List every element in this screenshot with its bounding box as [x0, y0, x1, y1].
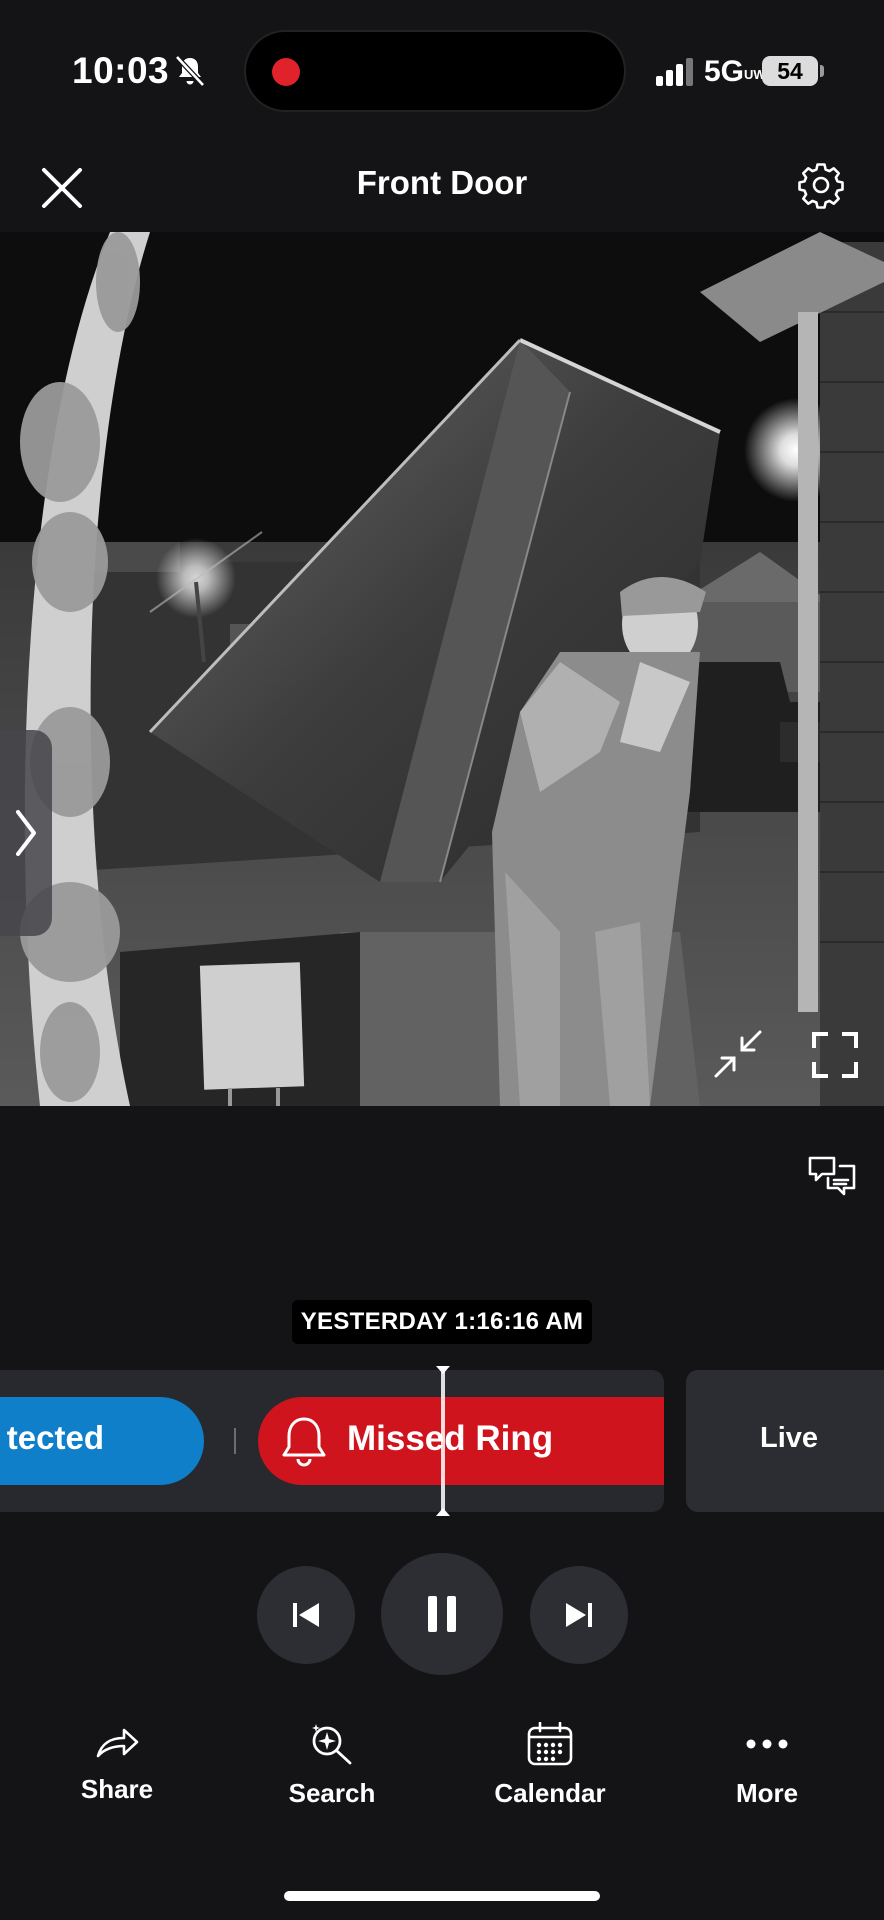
event-missed-ring[interactable]: Missed Ring — [258, 1397, 664, 1485]
battery-tip — [820, 65, 824, 77]
ai-search-icon — [312, 1724, 352, 1765]
event-divider — [234, 1428, 236, 1454]
network-type: 5GUW — [704, 55, 766, 88]
calendar-icon — [527, 1722, 573, 1766]
fullscreen-icon[interactable] — [810, 1030, 860, 1080]
timeline-timestamp: YESTERDAY 1:16:16 AM — [292, 1300, 592, 1344]
skip-previous-icon — [293, 1603, 319, 1627]
event-motion-detected[interactable]: tected — [0, 1397, 204, 1485]
live-button[interactable]: Live — [686, 1370, 884, 1512]
nav-calendar[interactable]: Calendar — [470, 1722, 630, 1822]
chevron-right-icon — [16, 810, 36, 856]
nav-more-label: More — [735, 1778, 799, 1808]
live-label: Live — [760, 1422, 819, 1454]
skip-previous-button[interactable] — [257, 1566, 355, 1664]
gear-icon[interactable] — [796, 160, 846, 210]
nav-search[interactable]: Search — [252, 1722, 412, 1822]
nav-search-label: Search — [288, 1778, 376, 1808]
camera-video-frame[interactable] — [0, 232, 884, 1106]
nav-more[interactable]: More — [687, 1722, 847, 1822]
minimize-icon[interactable] — [712, 1028, 764, 1080]
pause-button[interactable] — [381, 1553, 503, 1675]
pause-icon — [428, 1596, 456, 1632]
skip-next-icon — [566, 1603, 592, 1627]
event-label: tected — [6, 1419, 104, 1456]
doorbell-camera-scene — [0, 232, 884, 1106]
side-panel-tab[interactable] — [0, 730, 52, 936]
bell-icon — [282, 1417, 326, 1467]
nav-share-label: Share — [80, 1774, 154, 1804]
page-title: Front Door — [356, 164, 528, 201]
bell-slash-icon — [175, 55, 205, 87]
recording-dot-icon — [272, 58, 300, 86]
cellular-signal-icon — [656, 58, 693, 86]
skip-next-button[interactable] — [530, 1566, 628, 1664]
home-indicator[interactable] — [284, 1891, 600, 1901]
nav-share[interactable]: Share — [37, 1722, 197, 1822]
ellipsis-icon — [746, 1739, 788, 1749]
dynamic-island — [244, 30, 626, 112]
nav-calendar-label: Calendar — [494, 1778, 606, 1808]
battery-icon: 54 — [762, 56, 818, 86]
header: Front Door — [0, 140, 884, 232]
event-label: Missed Ring — [347, 1419, 554, 1458]
timeline-playhead[interactable] — [436, 1366, 450, 1516]
thumbs-down-feedback-icon[interactable] — [808, 1152, 856, 1198]
event-timeline[interactable]: tected Missed Ring Live — [0, 1366, 884, 1516]
share-arrow-icon — [96, 1728, 139, 1758]
timeline-track[interactable]: tected Missed Ring — [0, 1366, 664, 1516]
status-bar: 10:03 5GUW 54 — [0, 0, 884, 140]
status-time: 10:03 — [72, 50, 170, 91]
